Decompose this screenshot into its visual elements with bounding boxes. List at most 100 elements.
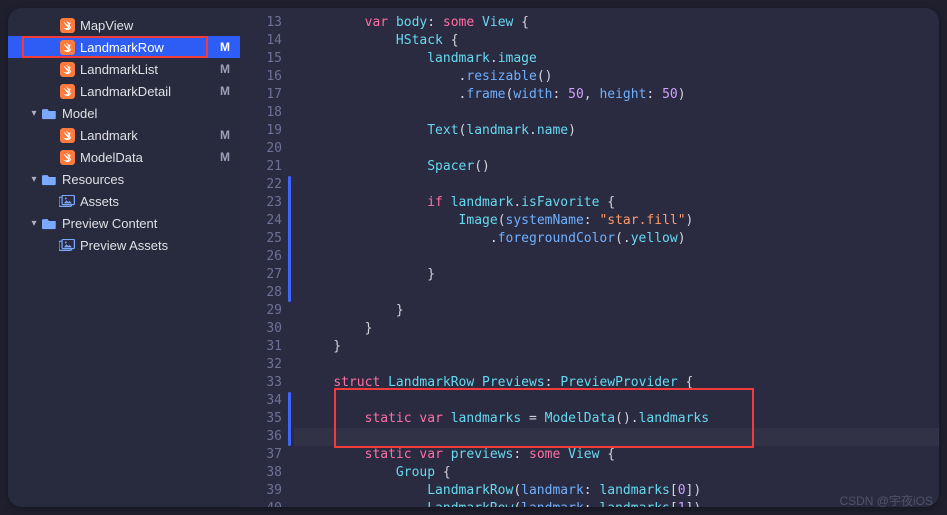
nav-item-preview-content[interactable]: ▾ Preview Content <box>8 212 240 234</box>
nav-item-model[interactable]: ▾ Model <box>8 102 240 124</box>
code-line[interactable] <box>302 248 939 266</box>
scm-status-badge: M <box>220 40 230 54</box>
line-number: 15 <box>240 50 282 68</box>
code-line[interactable] <box>302 176 939 194</box>
scm-status-badge: M <box>220 128 230 142</box>
nav-item-landmark[interactable]: Landmark M <box>8 124 240 146</box>
code-line[interactable] <box>302 140 939 158</box>
nav-item-label: LandmarkList <box>80 62 158 77</box>
disclosure-chevron-icon[interactable]: ▾ <box>28 174 40 185</box>
current-line-highlight <box>294 428 939 446</box>
assets-icon <box>58 239 76 252</box>
scm-status-badge: M <box>220 150 230 164</box>
line-number: 34 <box>240 392 282 410</box>
nav-item-label: Model <box>62 106 97 121</box>
nav-item-landmarklist[interactable]: LandmarkList M <box>8 58 240 80</box>
code-line[interactable]: } <box>302 266 939 284</box>
scm-status-badge: M <box>220 84 230 98</box>
change-bar <box>288 392 291 446</box>
code-line[interactable] <box>302 284 939 302</box>
scm-status-badge: M <box>220 62 230 76</box>
nav-item-label: Preview Content <box>62 216 157 231</box>
line-number: 22 <box>240 176 282 194</box>
line-number: 40 <box>240 500 282 507</box>
swift-icon <box>58 40 76 55</box>
code-line[interactable]: Group { <box>302 464 939 482</box>
code-line[interactable]: static var landmarks = ModelData().landm… <box>302 410 939 428</box>
line-number: 20 <box>240 140 282 158</box>
swift-icon <box>58 62 76 77</box>
swift-icon <box>58 18 76 33</box>
folder-icon <box>40 173 58 186</box>
line-number: 39 <box>240 482 282 500</box>
nav-item-modeldata[interactable]: ModelData M <box>8 146 240 168</box>
nav-item-label: Resources <box>62 172 124 187</box>
line-number: 33 <box>240 374 282 392</box>
line-number: 37 <box>240 446 282 464</box>
line-number: 30 <box>240 320 282 338</box>
change-bar <box>288 176 291 302</box>
nav-item-label: MapView <box>80 18 133 33</box>
nav-item-landmarkdetail[interactable]: LandmarkDetail M <box>8 80 240 102</box>
nav-item-preview-assets[interactable]: Preview Assets <box>8 234 240 256</box>
line-number: 31 <box>240 338 282 356</box>
nav-item-label: LandmarkRow <box>80 40 164 55</box>
line-number-gutter: 1314151617181920212223242526272829303132… <box>240 8 294 507</box>
line-number: 13 <box>240 14 282 32</box>
project-navigator[interactable]: MapViewLandmarkRowMLandmarkListMLandmark… <box>8 8 240 507</box>
code-line[interactable] <box>302 104 939 122</box>
code-line[interactable] <box>302 392 939 410</box>
code-line[interactable]: } <box>302 338 939 356</box>
code-line[interactable]: } <box>302 320 939 338</box>
code-line[interactable]: static var previews: some View { <box>302 446 939 464</box>
code-line[interactable]: } <box>302 302 939 320</box>
line-number: 24 <box>240 212 282 230</box>
code-area[interactable]: var body: some View { HStack { landmark.… <box>294 8 939 507</box>
code-line[interactable]: .resizable() <box>302 68 939 86</box>
code-line[interactable]: Spacer() <box>302 158 939 176</box>
code-line[interactable]: if landmark.isFavorite { <box>302 194 939 212</box>
nav-item-label: LandmarkDetail <box>80 84 171 99</box>
folder-icon <box>40 217 58 230</box>
swift-icon <box>58 128 76 143</box>
line-number: 36 <box>240 428 282 446</box>
line-number: 17 <box>240 86 282 104</box>
xcode-window: MapViewLandmarkRowMLandmarkListMLandmark… <box>8 8 939 507</box>
swift-icon <box>58 150 76 165</box>
assets-icon <box>58 195 76 208</box>
code-line[interactable]: Image(systemName: "star.fill") <box>302 212 939 230</box>
code-line[interactable]: struct LandmarkRow_Previews: PreviewProv… <box>302 374 939 392</box>
code-line[interactable]: landmark.image <box>302 50 939 68</box>
code-line[interactable] <box>302 356 939 374</box>
nav-item-mapview[interactable]: MapView <box>8 14 240 36</box>
folder-icon <box>40 107 58 120</box>
line-number: 18 <box>240 104 282 122</box>
disclosure-chevron-icon[interactable]: ▾ <box>28 108 40 119</box>
nav-item-resources[interactable]: ▾ Resources <box>8 168 240 190</box>
nav-item-label: Landmark <box>80 128 138 143</box>
nav-item-assets[interactable]: Assets <box>8 190 240 212</box>
code-line[interactable]: var body: some View { <box>302 14 939 32</box>
nav-item-label: Assets <box>80 194 119 209</box>
watermark: CSDN @宇夜iOS <box>839 492 933 509</box>
line-number: 32 <box>240 356 282 374</box>
line-number: 19 <box>240 122 282 140</box>
nav-item-label: Preview Assets <box>80 238 168 253</box>
code-line[interactable]: .foregroundColor(.yellow) <box>302 230 939 248</box>
code-editor[interactable]: 1314151617181920212223242526272829303132… <box>240 8 939 507</box>
line-number: 14 <box>240 32 282 50</box>
line-number: 28 <box>240 284 282 302</box>
line-number: 25 <box>240 230 282 248</box>
line-number: 29 <box>240 302 282 320</box>
line-number: 38 <box>240 464 282 482</box>
nav-item-landmarkrow[interactable]: LandmarkRow M <box>8 36 240 58</box>
code-line[interactable]: Text(landmark.name) <box>302 122 939 140</box>
disclosure-chevron-icon[interactable]: ▾ <box>28 218 40 229</box>
swift-icon <box>58 84 76 99</box>
line-number: 16 <box>240 68 282 86</box>
nav-item-label: ModelData <box>80 150 143 165</box>
code-line[interactable]: HStack { <box>302 32 939 50</box>
code-line[interactable]: .frame(width: 50, height: 50) <box>302 86 939 104</box>
line-number: 23 <box>240 194 282 212</box>
line-number: 35 <box>240 410 282 428</box>
